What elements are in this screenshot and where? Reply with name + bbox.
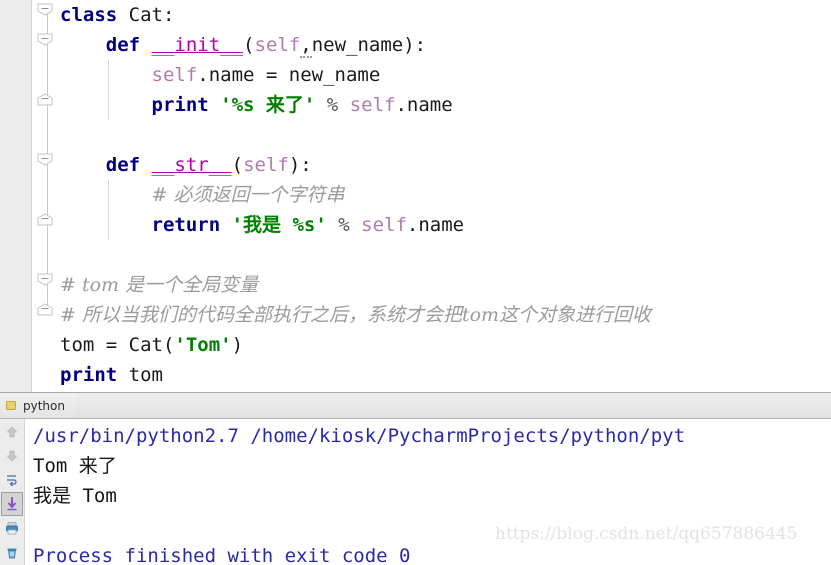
code-line[interactable]: # 所以当我们的代码全部执行之后，系统才会把tom这个对象进行回收 [60, 300, 831, 330]
code-token: self [243, 154, 289, 176]
code-token: 'Tom' [174, 334, 232, 356]
console-line[interactable] [25, 511, 831, 541]
fold-marker-end-str[interactable] [37, 213, 57, 226]
soft-wrap-icon[interactable] [1, 468, 23, 492]
code-token: .name [406, 214, 465, 236]
code-token: tom = Cat( [60, 334, 175, 356]
tab-python-label: python [23, 398, 65, 413]
code-token: .name = new_name [197, 64, 381, 86]
code-line[interactable]: def __str__(self): [60, 150, 831, 180]
next-occurrence-icon[interactable] [1, 444, 23, 468]
code-token: tom [128, 364, 163, 386]
code-token: '%s 来了' [220, 94, 316, 116]
code-token: __str__ [151, 154, 232, 176]
code-token: .name [395, 94, 453, 116]
code-line[interactable]: return '我是 %s' % self.name [60, 210, 831, 240]
code-token: '我是 %s' [231, 214, 327, 236]
indent-guide [108, 180, 109, 240]
code-token: # 必须返回一个字符串 [151, 184, 345, 206]
console-output[interactable]: /usr/bin/python2.7 /home/kiosk/PycharmPr… [25, 419, 831, 564]
fold-marker-def-str[interactable] [37, 153, 57, 166]
console-body[interactable]: /usr/bin/python2.7 /home/kiosk/PycharmPr… [0, 419, 831, 565]
code-token: % [315, 94, 350, 116]
console-line-list: /usr/bin/python2.7 /home/kiosk/PycharmPr… [25, 421, 831, 564]
code-line[interactable]: print '%s 来了' % self.name [60, 90, 831, 120]
code-token: , [300, 34, 312, 58]
code-line-list: class Cat: def __init__(self,new_name): … [60, 0, 831, 390]
editor-line-number-gutter[interactable] [0, 0, 32, 392]
console-line[interactable]: 我是 Tom [25, 481, 831, 511]
code-token: class [60, 4, 129, 26]
code-token: return [151, 214, 232, 236]
fold-marker-comment-block[interactable] [37, 273, 57, 286]
console-line[interactable]: Tom 来了 [25, 451, 831, 481]
console-line[interactable]: /usr/bin/python2.7 /home/kiosk/PycharmPr… [25, 421, 831, 451]
console-toolbar[interactable] [0, 419, 25, 565]
code-line[interactable]: # tom 是一个全局变量 [60, 270, 831, 300]
code-token: self [349, 94, 396, 116]
print-icon[interactable] [1, 516, 23, 540]
editor-fold-gutter[interactable] [32, 0, 60, 392]
code-line[interactable]: self.name = new_name [60, 60, 831, 90]
code-token: ( [243, 34, 255, 56]
editor-text-area[interactable]: class Cat: def __init__(self,new_name): … [60, 0, 831, 392]
code-line[interactable]: # 必须返回一个字符串 [60, 180, 831, 210]
code-token: # 所以当我们的代码全部执行之后，系统才会把tom这个对象进行回收 [60, 304, 652, 326]
code-token: def [105, 34, 152, 56]
code-token: ( [231, 154, 244, 176]
code-editor[interactable]: class Cat: def __init__(self,new_name): … [0, 0, 831, 392]
code-token: new_name): [311, 34, 427, 56]
code-token: # tom 是一个全局变量 [60, 274, 259, 296]
code-token: ) [231, 334, 244, 356]
prev-occurrence-icon[interactable] [1, 420, 23, 444]
code-token: ): [288, 154, 312, 176]
code-token: print [151, 94, 221, 116]
code-token: def [105, 154, 152, 176]
fold-marker-def-init[interactable] [37, 33, 57, 46]
code-token: % [326, 214, 362, 236]
code-token: self [361, 214, 407, 236]
code-token: self [254, 34, 301, 56]
code-token: self [151, 64, 198, 86]
console-line[interactable]: Process finished with exit code 0 [25, 541, 831, 564]
run-configuration-icon [6, 400, 17, 411]
code-token: print [60, 364, 129, 386]
code-token: __init__ [151, 34, 244, 56]
code-line[interactable]: def __init__(self,new_name): [60, 30, 831, 60]
code-line[interactable] [60, 120, 831, 150]
scroll-to-end-icon[interactable] [1, 492, 23, 516]
fold-marker-end-comment-block[interactable] [37, 303, 57, 316]
code-token: Cat: [128, 4, 175, 26]
clear-all-icon[interactable] [1, 540, 23, 564]
pycharm-window: class Cat: def __init__(self,new_name): … [0, 0, 831, 565]
indent-guide [108, 60, 109, 120]
fold-marker-end-init[interactable] [37, 93, 57, 106]
fold-marker-class-cat[interactable] [37, 3, 57, 16]
tab-python[interactable]: python [0, 393, 77, 418]
code-line[interactable]: class Cat: [60, 0, 831, 30]
code-line[interactable] [60, 240, 831, 270]
code-line[interactable]: tom = Cat('Tom') [60, 330, 831, 360]
code-line[interactable]: print tom [60, 360, 831, 390]
run-tab-bar[interactable]: python [0, 393, 831, 419]
run-tool-window[interactable]: python /usr/bin/python2.7 /home/kiosk/Py… [0, 392, 831, 565]
